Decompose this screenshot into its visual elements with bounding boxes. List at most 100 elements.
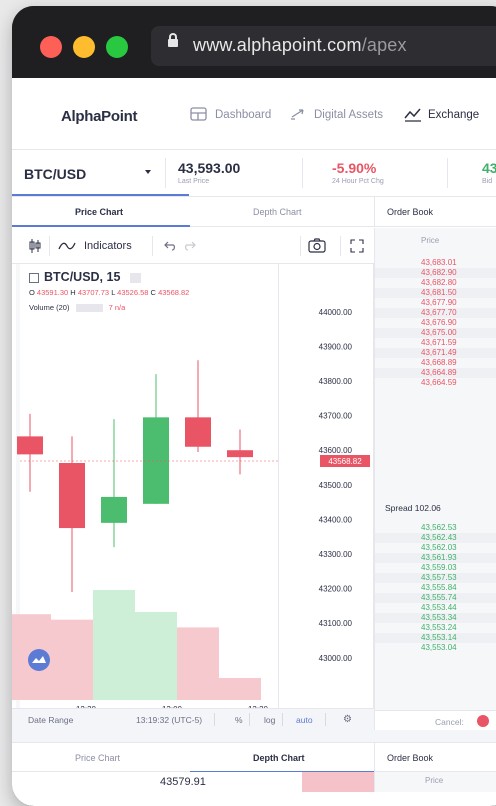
ask-price: 43,682.80 bbox=[421, 278, 457, 287]
nav-dashboard[interactable]: Dashboard bbox=[215, 109, 271, 121]
browser-window: www.alphapoint.com/apex AlphaPoint Dashb… bbox=[12, 6, 496, 806]
bid-row[interactable]: 43,559.03 bbox=[375, 563, 496, 573]
percent-toggle[interactable]: % bbox=[235, 715, 243, 725]
bid-row[interactable]: 43,562.43 bbox=[375, 533, 496, 543]
ask-row[interactable]: 43,671.59 bbox=[375, 338, 496, 348]
tab-order-book-2[interactable]: Order Book bbox=[387, 753, 433, 763]
fullscreen-icon[interactable] bbox=[350, 239, 364, 253]
ask-price: 43,664.89 bbox=[421, 368, 457, 377]
gear-icon[interactable]: ⚙ bbox=[343, 714, 352, 725]
bid-row[interactable]: 43,561.93 bbox=[375, 553, 496, 563]
tradingview-logo[interactable] bbox=[28, 649, 50, 671]
lock-icon bbox=[168, 33, 178, 47]
cancel-bar: Cancel: bbox=[374, 710, 496, 730]
ask-row[interactable]: 43,683.01 bbox=[375, 258, 496, 268]
order-book-header: Order Book bbox=[374, 197, 496, 227]
ask-price: 43,664.59 bbox=[421, 378, 457, 387]
ask-row[interactable]: 43,675.00 bbox=[375, 328, 496, 338]
ask-row[interactable]: 43,668.89 bbox=[375, 358, 496, 368]
dashboard-icon bbox=[190, 107, 207, 121]
tab-price-chart-2[interactable]: Price Chart bbox=[75, 753, 120, 763]
order-book: Price 43,683.01 43,682.90 43,682.80 43,681.… bbox=[374, 228, 496, 730]
redo-icon[interactable] bbox=[184, 241, 196, 251]
order-book-preview: Price bbox=[374, 772, 496, 792]
ask-price: 43,671.49 bbox=[421, 348, 457, 357]
undo-icon[interactable] bbox=[164, 241, 176, 251]
nav-exchange[interactable]: Exchange bbox=[428, 109, 479, 121]
tab-price-chart[interactable]: Price Chart bbox=[75, 207, 123, 217]
minimize-window-button[interactable] bbox=[73, 36, 95, 58]
bid-price: 43,562.53 bbox=[421, 523, 457, 532]
ask-row[interactable]: 43,682.80 bbox=[375, 278, 496, 288]
instrument-select[interactable]: BTC/USD bbox=[24, 166, 86, 182]
price-chart-area[interactable]: 44000.00 43900.00 43800.00 43700.00 43600.00… bbox=[12, 264, 374, 716]
ask-row[interactable]: 43,664.89 bbox=[375, 368, 496, 378]
bid-row[interactable]: 43,553.04 bbox=[375, 643, 496, 653]
ask-row[interactable]: 43,682.90 bbox=[375, 268, 496, 278]
cancel-all-button[interactable] bbox=[477, 715, 489, 727]
log-toggle[interactable]: log bbox=[264, 715, 275, 725]
bid-row[interactable]: 43,555.74 bbox=[375, 593, 496, 603]
bid-row[interactable]: 43,562.53 bbox=[375, 523, 496, 533]
ask-row[interactable]: 43,681.50 bbox=[375, 288, 496, 298]
ask-price: 43,668.89 bbox=[421, 358, 457, 367]
bid-row[interactable]: 43,553.34 bbox=[375, 613, 496, 623]
order-book-header-2: Order Book bbox=[374, 742, 496, 772]
browser-titlebar: www.alphapoint.com/apex bbox=[12, 6, 496, 78]
last-price-value: 43,593.00 bbox=[178, 160, 241, 176]
ask-price: 43,682.90 bbox=[421, 268, 457, 277]
y-tick-label: 43800.00 bbox=[319, 377, 353, 386]
candle-body bbox=[17, 436, 43, 455]
chart-toolbar: Indicators bbox=[12, 228, 374, 264]
divider bbox=[214, 713, 215, 726]
y-tick-label: 43900.00 bbox=[319, 342, 353, 351]
chart-legend-title: BTC/USD, 15 bbox=[29, 270, 142, 284]
tab-depth-chart[interactable]: Depth Chart bbox=[253, 207, 302, 217]
chevron-down-icon[interactable] bbox=[145, 170, 151, 174]
bid-price: 43,557.53 bbox=[421, 573, 457, 582]
candle-body bbox=[185, 417, 211, 447]
settings-box-icon[interactable] bbox=[130, 272, 142, 283]
bid-price: 43,553.24 bbox=[421, 623, 457, 632]
candle-body bbox=[227, 450, 253, 458]
ask-row[interactable]: 43,677.90 bbox=[375, 298, 496, 308]
tab-order-book[interactable]: Order Book bbox=[387, 207, 433, 217]
bid-row[interactable]: 43,557.53 bbox=[375, 573, 496, 583]
ask-row[interactable]: 43,671.49 bbox=[375, 348, 496, 358]
ticker-bar: BTC/USD 43,593.00 Last Price -5.90% 24 H… bbox=[12, 150, 496, 197]
ask-row[interactable]: 43,677.70 bbox=[375, 308, 496, 318]
close-window-button[interactable] bbox=[40, 36, 62, 58]
y-tick-label: 43500.00 bbox=[319, 481, 353, 490]
bid-row[interactable]: 43,553.44 bbox=[375, 603, 496, 613]
auto-toggle[interactable]: auto bbox=[296, 715, 313, 725]
bid-row[interactable]: 43,553.14 bbox=[375, 633, 496, 643]
address-bar[interactable]: www.alphapoint.com/apex bbox=[151, 26, 496, 66]
divider bbox=[49, 236, 50, 256]
indicators-button[interactable]: Indicators bbox=[84, 240, 132, 252]
volume-settings-icon[interactable] bbox=[75, 304, 103, 313]
candle-body bbox=[143, 417, 169, 504]
nav-digital-assets[interactable]: Digital Assets bbox=[314, 109, 383, 121]
ask-row[interactable]: 43,676.90 bbox=[375, 318, 496, 328]
bid-row[interactable]: 43,555.84 bbox=[375, 583, 496, 593]
order-book-price-header: Price bbox=[421, 236, 440, 245]
bid-row[interactable]: 43,553.24 bbox=[375, 623, 496, 633]
divider bbox=[165, 158, 166, 188]
ask-price: 43,671.59 bbox=[421, 338, 457, 347]
y-tick-label: 43000.00 bbox=[319, 654, 353, 663]
ask-price: 43,676.90 bbox=[421, 318, 457, 327]
camera-icon[interactable] bbox=[308, 238, 326, 253]
bid-row[interactable]: 43,562.03 bbox=[375, 543, 496, 553]
divider bbox=[249, 713, 250, 726]
candlestick-chart[interactable]: 44000.00 43900.00 43800.00 43700.00 43600.00… bbox=[12, 264, 374, 714]
tab-depth-chart-2[interactable]: Depth Chart bbox=[253, 753, 305, 763]
bid-price: 43,559.03 bbox=[421, 563, 457, 572]
date-range-button[interactable]: Date Range bbox=[28, 715, 73, 725]
maximize-window-button[interactable] bbox=[106, 36, 128, 58]
candle-layer bbox=[17, 360, 253, 593]
last-price-label: Last Price bbox=[178, 178, 210, 185]
collapse-legend-icon[interactable] bbox=[29, 272, 39, 283]
selected-indicator bbox=[12, 194, 189, 196]
candlestick-type-icon[interactable] bbox=[29, 239, 41, 253]
ask-row[interactable]: 43,664.59 bbox=[375, 378, 496, 388]
